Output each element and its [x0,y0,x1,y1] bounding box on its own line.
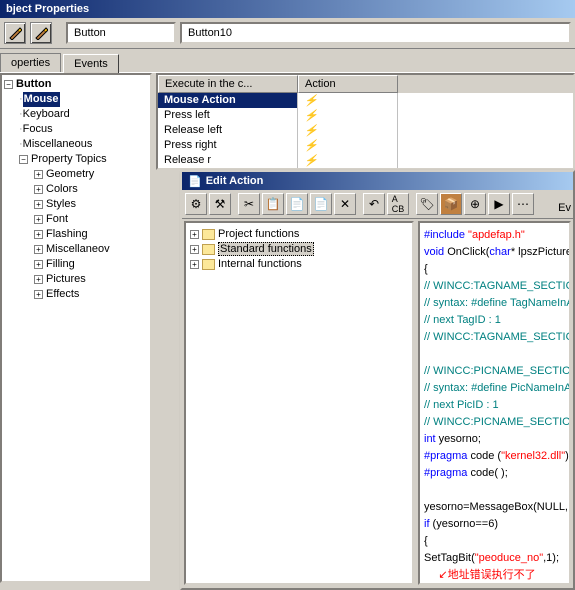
tree-geometry[interactable]: +Geometry [34,167,148,182]
tree-root-button[interactable]: −Button [4,77,148,92]
row-press-left[interactable]: Press left⚡ [158,108,573,123]
tabs: operties Events [0,49,575,73]
delete-button[interactable]: ✕ [334,193,356,215]
undo-button[interactable]: ↶ [363,193,385,215]
expand-icon[interactable]: + [34,230,43,239]
tag-button[interactable]: 🏷 [416,193,438,215]
tree-flashing[interactable]: +Flashing [34,227,148,242]
lightning-icon: ⚡ [304,125,318,137]
tree-property-topics[interactable]: −Property Topics [19,152,148,167]
code-editor[interactable]: #include "apdefap.h" void OnClick(char* … [418,221,571,585]
edit-window-title: Edit Action [206,175,264,187]
folder-icon [202,244,215,255]
expand-icon[interactable]: + [190,260,199,269]
lightning-icon: ⚡ [304,140,318,152]
expand-icon[interactable]: + [34,200,43,209]
function-tree: +Project functions +Standard functions +… [184,221,414,585]
build-button[interactable]: ⚒ [209,193,231,215]
lightning-icon: ⚡ [304,110,318,122]
expand-icon[interactable]: + [34,275,43,284]
collapse-icon[interactable]: − [19,155,28,164]
collapse-icon[interactable]: − [4,80,13,89]
object-type-select[interactable]: Button [66,22,176,44]
folder-icon [202,259,215,270]
col-action[interactable]: Action [298,75,398,93]
object-type-value: Button [74,27,106,39]
expand-icon[interactable]: + [34,290,43,299]
tool-button-1[interactable] [4,22,26,44]
col-execute[interactable]: Execute in the c... [158,75,298,93]
tree-focus[interactable]: ·Focus [19,122,148,137]
tree-colors[interactable]: +Colors [34,182,148,197]
edit-toolbar: ⚙ ⚒ ✂ 📋 📄 📄 ✕ ↶ ACB 🏷 📦 ⊕ ▶ ⋯ Ev [182,190,573,219]
func-standard[interactable]: +Standard functions [190,241,408,257]
more-button[interactable]: ⋯ [512,193,534,215]
event-grid: Execute in the c... Action Mouse Action⚡… [156,73,575,170]
lightning-icon: ⚡ [304,95,318,107]
tree-mouse[interactable]: ·Mouse [19,92,148,107]
edit-action-window: 📄 Edit Action ⚙ ⚒ ✂ 📋 📄 📄 ✕ ↶ ACB 🏷 📦 ⊕ … [180,170,575,590]
func-internal[interactable]: +Internal functions [190,257,408,271]
tree-effects[interactable]: +Effects [34,287,148,302]
tree-styles[interactable]: +Styles [34,197,148,212]
row-release-right[interactable]: Release r⚡ [158,153,573,168]
tab-events[interactable]: Events [63,54,119,73]
tree-font[interactable]: +Font [34,212,148,227]
object-name-input[interactable]: Button10 [180,22,571,44]
cut-button[interactable]: ✂ [238,193,260,215]
edit-titlebar[interactable]: 📄 Edit Action [182,172,573,190]
nav-button[interactable]: ▶ [488,193,510,215]
tree-keyboard[interactable]: ·Keyboard [19,107,148,122]
paste-button[interactable]: 📄 [286,193,308,215]
tree-miscellaneous[interactable]: ·Miscellaneous [19,137,148,152]
tree-misc2[interactable]: +Miscellaneov [34,242,148,257]
tool-button-2[interactable] [30,22,52,44]
lightning-icon: ⚡ [304,155,318,167]
row-release-left[interactable]: Release left⚡ [158,123,573,138]
tree-pictures[interactable]: +Pictures [34,272,148,287]
folder-icon [202,229,215,240]
expand-icon[interactable]: + [34,260,43,269]
expand-icon[interactable]: + [34,170,43,179]
window-title: bject Properties [6,3,89,15]
expand-icon[interactable]: + [34,245,43,254]
tab-properties[interactable]: operties [0,53,61,72]
syntax-button[interactable]: ACB [387,193,409,215]
expand-icon[interactable]: + [34,185,43,194]
tree-filling[interactable]: +Filling [34,257,148,272]
paste2-button[interactable]: 📄 [310,193,332,215]
event-tree-panel: −Button ·Mouse ·Keyboard ·Focus ·Miscell… [0,73,152,583]
row-press-right[interactable]: Press right⚡ [158,138,573,153]
expand-icon[interactable]: + [34,215,43,224]
main-titlebar: bject Properties [0,0,575,18]
annotation-text: 地址错误执行不了 [448,569,536,581]
compass-button[interactable]: ⊕ [464,193,486,215]
object-button[interactable]: 📦 [440,193,462,215]
object-name-value: Button10 [188,27,232,39]
compile-button[interactable]: ⚙ [185,193,207,215]
row-mouse-action[interactable]: Mouse Action⚡ [158,93,573,108]
ev-label: Ev [558,202,571,214]
expand-icon[interactable]: + [190,230,199,239]
main-toolbar: Button Button10 [0,18,575,49]
code-icon: 📄 [188,175,202,188]
func-project[interactable]: +Project functions [190,227,408,241]
expand-icon[interactable]: + [190,245,199,254]
copy-button[interactable]: 📋 [262,193,284,215]
